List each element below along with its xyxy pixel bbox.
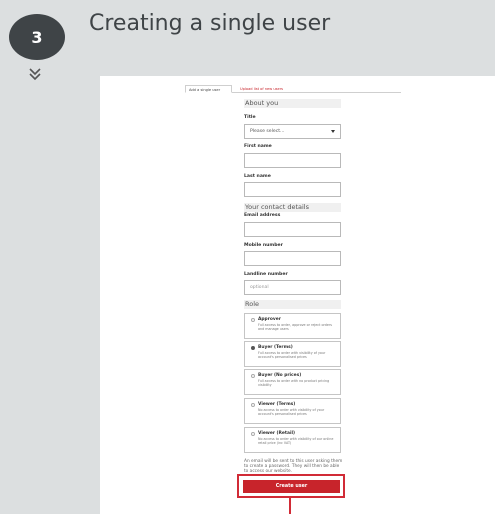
section-role: Role: [244, 300, 341, 309]
pointer-line: [289, 498, 291, 514]
mobile-input[interactable]: [244, 251, 341, 266]
role-option-buyer-terms[interactable]: Buyer (Terms) Full access to order with …: [244, 341, 341, 367]
last-name-input[interactable]: [244, 182, 341, 197]
role-option-viewer-terms[interactable]: Viewer (Terms) No access to order with v…: [244, 398, 341, 424]
section-contact-details: Your contact details: [244, 203, 341, 212]
role-title: Buyer (Terms): [258, 345, 293, 350]
double-chevron-down-icon[interactable]: [28, 67, 42, 81]
role-title: Buyer (No prices): [258, 373, 302, 378]
radio-button[interactable]: [251, 374, 255, 378]
email-notice: An email will be sent to this user askin…: [244, 459, 343, 474]
landline-label: Landline number: [244, 272, 288, 277]
role-description: No access to order with visibility of ou…: [258, 437, 334, 446]
landline-input[interactable]: optional: [244, 280, 341, 295]
role-description: Full access to order with visibility of …: [258, 351, 326, 360]
tab-add-single-user[interactable]: Add a single user: [185, 85, 232, 93]
role-description: Full access to order, approve or reject …: [258, 323, 332, 332]
radio-button[interactable]: [251, 318, 255, 322]
role-description: No access to order with visibility of yo…: [258, 408, 325, 417]
section-about-you: About you: [244, 99, 341, 108]
tab-bar: Add a single user Upload list of new use…: [185, 85, 401, 93]
radio-button-selected[interactable]: [251, 346, 255, 350]
step-number-badge: 3: [9, 14, 65, 60]
radio-button[interactable]: [251, 432, 255, 436]
chevron-down-icon: [331, 130, 335, 133]
tab-upload-list[interactable]: Upload list of new users: [237, 85, 286, 93]
mobile-label: Mobile number: [244, 243, 283, 248]
create-user-button[interactable]: Create user: [243, 480, 340, 493]
last-name-label: Last name: [244, 174, 271, 179]
title-select[interactable]: Please select...: [244, 124, 341, 139]
radio-button[interactable]: [251, 403, 255, 407]
role-title: Approver: [258, 317, 281, 322]
first-name-label: First name: [244, 144, 272, 149]
email-label: Email address: [244, 213, 281, 218]
role-option-buyer-no-prices[interactable]: Buyer (No prices) Full access to order w…: [244, 369, 341, 395]
title-select-value: Please select...: [250, 129, 285, 134]
role-title: Viewer (Terms): [258, 402, 296, 407]
email-input[interactable]: [244, 222, 341, 237]
role-description: Full access to order with no product pri…: [258, 379, 330, 388]
step-title: Creating a single user: [89, 11, 331, 36]
role-option-viewer-retail[interactable]: Viewer (Retail) No access to order with …: [244, 427, 341, 453]
title-label: Title: [244, 115, 256, 120]
role-title: Viewer (Retail): [258, 431, 295, 436]
first-name-input[interactable]: [244, 153, 341, 168]
role-option-approver[interactable]: Approver Full access to order, approve o…: [244, 313, 341, 339]
